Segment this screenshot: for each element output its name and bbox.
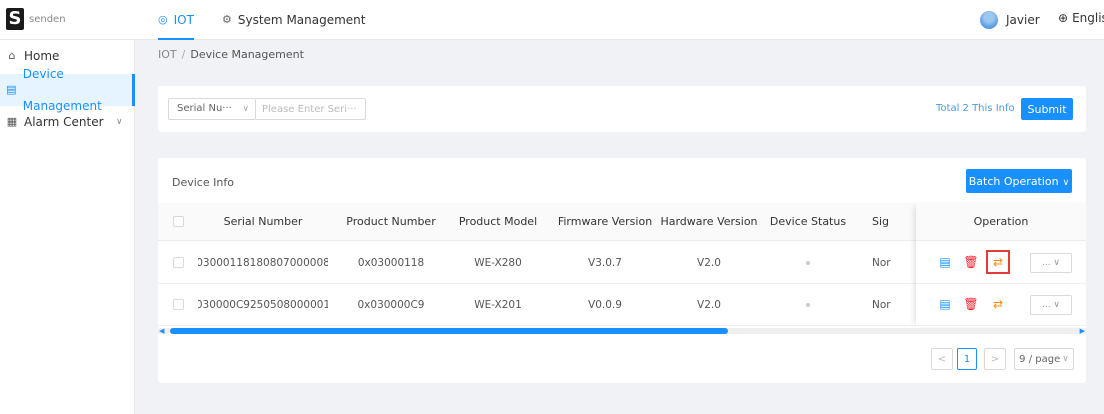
row-checkbox-cell xyxy=(168,242,188,283)
details-icon[interactable]: ▤ xyxy=(938,297,952,311)
next-page-button[interactable]: > xyxy=(984,348,1006,370)
language-label: English xyxy=(1072,11,1104,25)
cell-device-status xyxy=(758,242,858,283)
language-switch[interactable]: ⊕English xyxy=(1058,11,1104,25)
column-header: Hardware Version xyxy=(660,215,758,228)
delete-icon[interactable]: 🗑 xyxy=(963,297,978,311)
filter-card: Serial Nu··· ∨ Total 2 This Info Submit xyxy=(158,86,1086,132)
cell-hardware: V2.0 xyxy=(697,298,721,311)
cell-device-status xyxy=(758,284,858,325)
column-header: Product Model xyxy=(458,215,538,228)
total-count: Total 2 This Info xyxy=(936,103,1015,114)
avatar xyxy=(980,11,998,29)
tab-iot[interactable]: ◎ IOT xyxy=(158,0,194,40)
breadcrumb: IOT / Device Management xyxy=(158,48,304,61)
globe-icon: ⊕ xyxy=(1058,11,1069,25)
select-all-checkbox[interactable] xyxy=(172,216,184,227)
cell-serial: 03000118180807000008 xyxy=(198,256,328,269)
cell-hardware: V2.0 xyxy=(697,256,721,269)
cell-product-number: 0x030000C9 xyxy=(357,298,425,311)
field-select-value: Serial Nu··· xyxy=(177,103,232,114)
cell-serial: 030000C9250508000001 xyxy=(198,298,328,311)
gear-icon: ⚙ xyxy=(222,13,232,26)
cell-signal: Nor xyxy=(872,256,891,269)
grid-icon: ▦ xyxy=(6,115,18,128)
tab-system-management[interactable]: ⚙ System Management xyxy=(222,0,366,40)
status-dot xyxy=(806,260,810,265)
logo-text: senden xyxy=(29,13,66,25)
operation-row: ▤ 🗑 ⇄ ... ∨ xyxy=(916,284,1086,326)
page-size-select[interactable]: 9 / page ∨ xyxy=(1014,348,1074,370)
chevron-down-icon: ∨ xyxy=(1062,354,1069,364)
cell-firmware: V0.0.9 xyxy=(588,298,622,311)
breadcrumb-separator: / xyxy=(181,48,186,61)
transfer-icon[interactable]: ⇄ xyxy=(986,250,1010,274)
cell-product-number: 0x03000118 xyxy=(357,256,425,269)
scrollbar-thumb[interactable] xyxy=(170,328,728,334)
row-checkbox[interactable] xyxy=(172,257,184,268)
status-dot xyxy=(806,302,810,307)
page-size-value: 9 / page xyxy=(1019,353,1061,365)
sidebar-item-device-management[interactable]: ▤ Device Management xyxy=(0,67,135,113)
details-icon[interactable]: ▤ xyxy=(938,255,952,269)
column-header: Firmware Version xyxy=(557,215,653,228)
breadcrumb-root[interactable]: IOT xyxy=(158,48,177,61)
scroll-left-icon[interactable]: ◀ xyxy=(159,327,164,335)
search-input[interactable] xyxy=(256,98,366,120)
submit-button[interactable]: Submit xyxy=(1021,98,1073,120)
card-title: Device Info xyxy=(172,176,234,189)
tab-system-management-label: System Management xyxy=(237,13,366,27)
operation-row: ▤ 🗑 ⇄ ... ∨ xyxy=(916,242,1086,284)
column-header: Device Status xyxy=(769,215,847,228)
logo-mark: S xyxy=(6,8,24,30)
device-table-card: Device Info Batch Operation ∨ Serial Numb… xyxy=(158,158,1086,383)
column-header: Sig xyxy=(872,215,890,228)
breadcrumb-current: Device Management xyxy=(190,48,304,61)
user-menu[interactable]: Javier xyxy=(980,11,1040,29)
home-icon: ⌂ xyxy=(8,49,16,62)
horizontal-scrollbar[interactable]: ◀ ▶ xyxy=(158,327,1086,335)
operation-column: Operation ▤ 🗑 ⇄ ... ∨ ▤ 🗑 ⇄ ... ∨ xyxy=(916,203,1086,327)
batch-operation-label: Batch Operation xyxy=(968,174,1059,188)
delete-icon[interactable]: 🗑 xyxy=(963,255,978,269)
column-header: Serial Number xyxy=(223,215,303,228)
header-checkbox-cell xyxy=(168,203,188,240)
sidebar-item-alarm-center[interactable]: ▦ Alarm Center ∨ xyxy=(0,106,134,138)
tab-iot-label: IOT xyxy=(173,13,194,27)
page-1-button[interactable]: 1 xyxy=(957,348,977,370)
document-icon: ▤ xyxy=(6,83,17,96)
batch-operation-button[interactable]: Batch Operation ∨ xyxy=(966,169,1072,193)
row-checkbox-cell xyxy=(168,284,188,325)
chevron-down-icon: ∨ xyxy=(1062,177,1070,188)
top-bar: S senden ◎ IOT ⚙ System Management Javie… xyxy=(0,0,1104,40)
chevron-down-icon: ∨ xyxy=(116,117,123,127)
brand-logo[interactable]: S senden xyxy=(6,8,66,30)
column-header: Product Number xyxy=(346,215,436,228)
iot-icon: ◎ xyxy=(158,13,168,26)
sidebar: ⌂ Home ▤ Device Management ▦ Alarm Cente… xyxy=(0,40,135,414)
user-name: Javier xyxy=(1006,13,1040,27)
prev-page-button[interactable]: < xyxy=(931,348,953,370)
scroll-right-icon[interactable]: ▶ xyxy=(1080,327,1085,335)
field-select[interactable]: Serial Nu··· ∨ xyxy=(168,98,256,120)
row-checkbox[interactable] xyxy=(172,299,184,310)
cell-signal: Nor xyxy=(872,298,891,311)
transfer-icon[interactable]: ⇄ xyxy=(991,297,1005,311)
cell-model: WE-X280 xyxy=(474,256,522,269)
more-actions-dropdown[interactable]: ... ∨ xyxy=(1030,253,1072,273)
cell-model: WE-X201 xyxy=(474,298,522,311)
more-actions-dropdown[interactable]: ... ∨ xyxy=(1030,295,1072,315)
column-header: Operation xyxy=(916,203,1086,241)
chevron-down-icon: ∨ xyxy=(242,104,249,114)
cell-firmware: V3.0.7 xyxy=(588,256,622,269)
sidebar-item-label: Alarm Center xyxy=(24,115,104,129)
